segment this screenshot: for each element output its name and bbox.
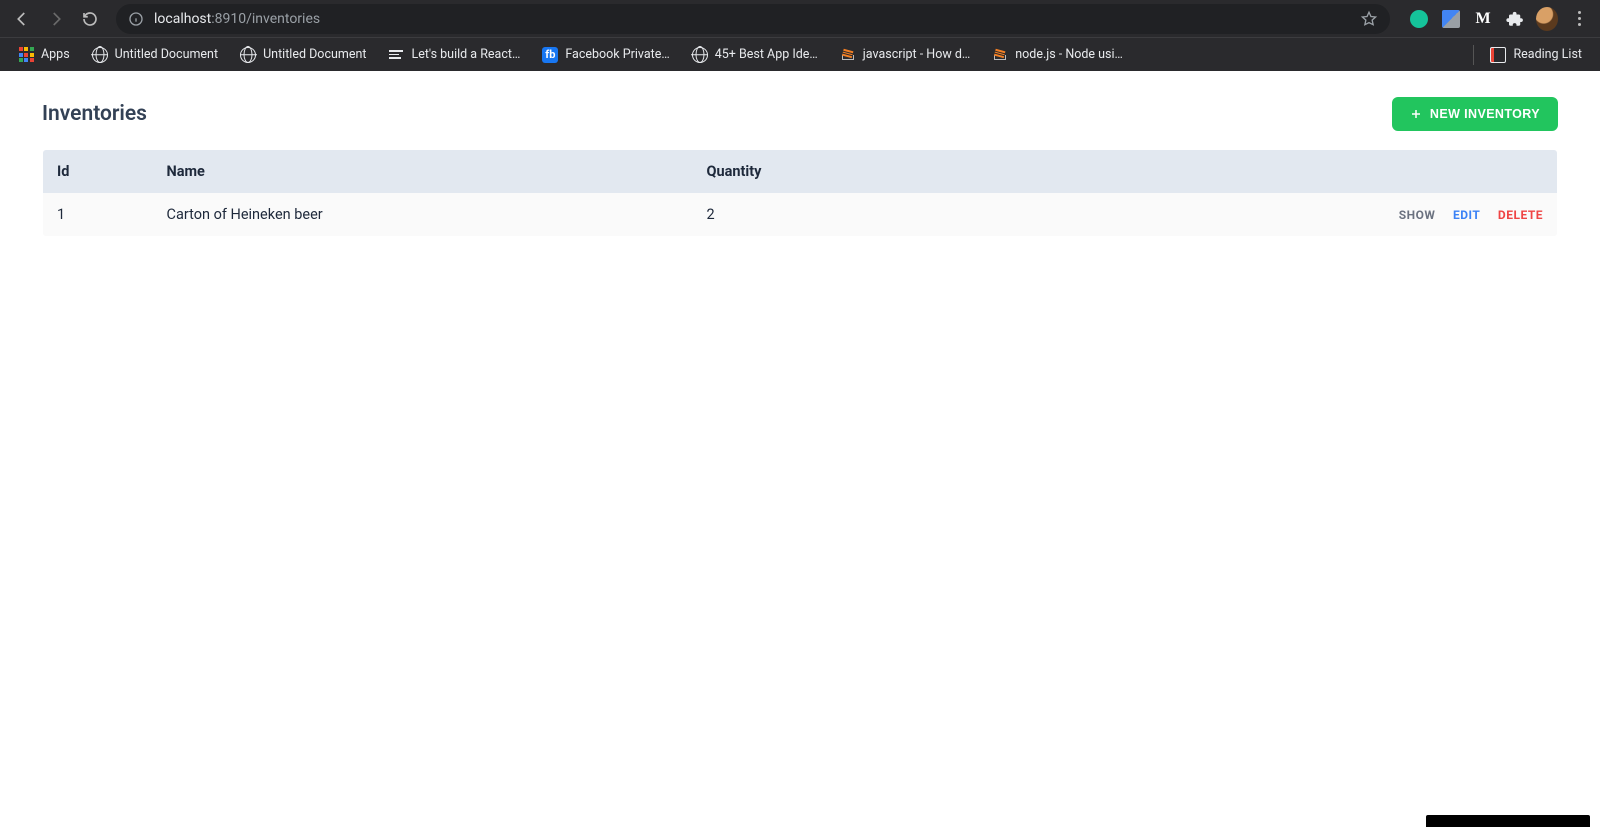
browser-menu-icon[interactable] [1568, 8, 1590, 30]
inventories-table: Id Name Quantity 1 Carton of Heineken be… [42, 149, 1558, 237]
edit-action[interactable]: EDIT [1453, 208, 1480, 222]
bookmark-label: Facebook Private… [565, 47, 669, 62]
bookmark-appideas[interactable]: 45+ Best App Ide… [684, 43, 826, 67]
reading-list[interactable]: Reading List [1482, 43, 1590, 67]
profile-avatar[interactable] [1536, 8, 1558, 30]
browser-toolbar: localhost:8910/inventories M [0, 0, 1600, 37]
col-header-id: Id [43, 150, 153, 194]
bookmark-separator [1473, 45, 1474, 65]
forward-button[interactable] [42, 5, 70, 33]
bookmarks-bar: Apps Untitled Document Untitled Document… [0, 37, 1600, 71]
cell-name: Carton of Heineken beer [153, 193, 693, 237]
cell-quantity: 2 [693, 193, 1258, 237]
grammarly-icon[interactable] [1408, 8, 1430, 30]
new-inventory-label: NEW INVENTORY [1430, 107, 1540, 121]
translate-icon[interactable] [1440, 8, 1462, 30]
page-content: Inventories NEW INVENTORY Id Name Quanti… [0, 71, 1600, 263]
bookmark-apps[interactable]: Apps [10, 43, 78, 67]
back-button[interactable] [8, 5, 36, 33]
page-header: Inventories NEW INVENTORY [42, 97, 1558, 131]
table-header-row: Id Name Quantity [43, 150, 1558, 194]
bookmark-label: Let's build a React… [411, 47, 520, 62]
bookmark-label: Reading List [1513, 47, 1582, 62]
address-bar[interactable]: localhost:8910/inventories [116, 4, 1390, 34]
bookmark-javascript[interactable]: javascript - How d… [832, 43, 978, 67]
site-info-icon[interactable] [128, 11, 144, 27]
url-text: localhost:8910/inventories [154, 11, 320, 27]
table-row: 1 Carton of Heineken beer 2 SHOW EDIT DE… [43, 193, 1558, 237]
bookmark-label: node.js - Node usi… [1015, 47, 1123, 62]
bookmark-label: Untitled Document [263, 47, 366, 62]
reload-button[interactable] [76, 5, 104, 33]
bookmark-untitled-2[interactable]: Untitled Document [232, 43, 374, 67]
bookmark-star-icon[interactable] [1360, 10, 1378, 28]
bookmark-label: Untitled Document [115, 47, 218, 62]
bookmark-react[interactable]: Let's build a React… [380, 43, 528, 67]
row-actions: SHOW EDIT DELETE [1258, 193, 1558, 237]
col-header-actions [1258, 150, 1558, 194]
bookmark-label: Apps [41, 47, 70, 62]
show-action[interactable]: SHOW [1399, 208, 1436, 222]
delete-action[interactable]: DELETE [1498, 208, 1543, 222]
plus-icon [1410, 108, 1422, 120]
bookmark-facebook[interactable]: fb Facebook Private… [534, 43, 677, 67]
new-inventory-button[interactable]: NEW INVENTORY [1392, 97, 1558, 131]
cell-id: 1 [43, 193, 153, 237]
bookmark-label: 45+ Best App Ide… [715, 47, 818, 62]
medium-icon[interactable]: M [1472, 8, 1494, 30]
col-header-name: Name [153, 150, 693, 194]
browser-chrome: localhost:8910/inventories M Apps Untitl… [0, 0, 1600, 71]
bottom-indicator [1426, 815, 1590, 827]
extensions-area: M [1402, 8, 1592, 30]
bookmark-untitled-1[interactable]: Untitled Document [84, 43, 226, 67]
bookmark-label: javascript - How d… [863, 47, 970, 62]
col-header-quantity: Quantity [693, 150, 1258, 194]
extensions-icon[interactable] [1504, 8, 1526, 30]
bookmark-nodejs[interactable]: node.js - Node usi… [984, 43, 1131, 67]
page-title: Inventories [42, 102, 147, 126]
